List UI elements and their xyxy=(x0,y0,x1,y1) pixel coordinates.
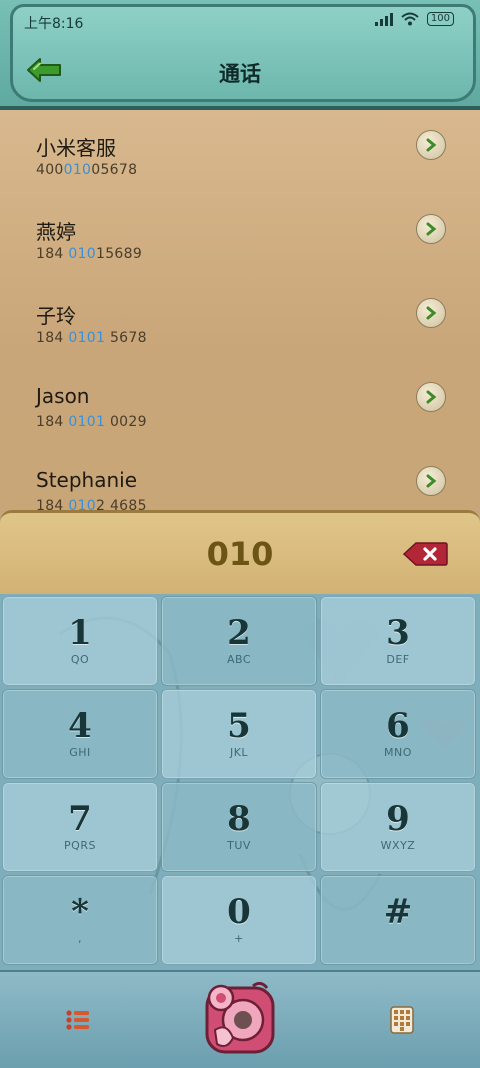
key-star[interactable]: *, xyxy=(2,875,158,965)
contact-name: 子玲 xyxy=(36,304,76,328)
dialpad-toggle-button[interactable] xyxy=(324,972,480,1068)
contact-number: 40001005678 xyxy=(36,162,138,178)
contact-number: 184 01015689 xyxy=(36,246,143,262)
key-2[interactable]: 2 ABC xyxy=(161,596,317,686)
wifi-icon xyxy=(401,12,419,26)
key-8[interactable]: 8 TUV xyxy=(161,782,317,872)
chevron-right-icon xyxy=(426,222,437,236)
list-item[interactable]: 子玲 184 0101 5678 xyxy=(0,278,480,362)
key-0[interactable]: 0 + xyxy=(161,875,317,965)
list-item[interactable]: Jason 184 0101 0029 xyxy=(0,362,480,446)
key-1[interactable]: 1 QO xyxy=(2,596,158,686)
call-button[interactable] xyxy=(203,978,277,1058)
status-time: 上午8:16 xyxy=(24,16,84,32)
search-result-list[interactable]: 小米客服 40001005678 燕婷 184 01015689 子玲 184 … xyxy=(0,110,480,510)
battery-icon: 100 xyxy=(426,12,454,26)
contact-name: 小米客服 xyxy=(36,136,116,160)
key-hash[interactable]: # xyxy=(320,875,476,965)
title-bar: 上午8:16 100 通话 xyxy=(0,0,480,110)
contact-name: Stephanie xyxy=(36,468,138,492)
dialpad-icon xyxy=(390,1006,414,1034)
chevron-right-icon xyxy=(426,474,437,488)
key-7[interactable]: 7 PQRS xyxy=(2,782,158,872)
detail-button[interactable] xyxy=(416,214,446,244)
delete-button[interactable] xyxy=(402,541,448,567)
key-6[interactable]: 6 MNO xyxy=(320,689,476,779)
list-item[interactable]: 小米客服 40001005678 xyxy=(0,110,480,194)
detail-button[interactable] xyxy=(416,130,446,160)
key-4[interactable]: 4 GHI xyxy=(2,689,158,779)
contact-name: 燕婷 xyxy=(36,220,76,244)
signal-icon xyxy=(374,12,393,26)
key-5[interactable]: 5 JKL xyxy=(161,689,317,779)
detail-button[interactable] xyxy=(416,298,446,328)
phone-call-icon xyxy=(205,981,275,1054)
page-title: 通话 xyxy=(219,62,261,86)
contact-name: Jason xyxy=(36,384,90,408)
dialpad: 1 QO 2 ABC 3 DEF 4 GHI 5 JKL 6 MNO 7 PQRS 8 TUV … xyxy=(0,594,480,970)
chevron-right-icon xyxy=(426,306,437,320)
key-9[interactable]: 9 WXYZ xyxy=(320,782,476,872)
detail-button[interactable] xyxy=(416,466,446,496)
detail-button[interactable] xyxy=(416,382,446,412)
call-log-button[interactable] xyxy=(0,972,156,1068)
contact-number: 184 0102 4685 xyxy=(36,498,147,510)
contact-number: 184 0101 5678 xyxy=(36,330,147,346)
contact-number: 184 0101 0029 xyxy=(36,414,147,430)
list-icon xyxy=(66,1010,89,1030)
dial-display: 010 xyxy=(0,510,480,600)
chevron-right-icon xyxy=(426,138,437,152)
status-icons: 100 xyxy=(374,12,454,26)
chevron-right-icon xyxy=(426,390,437,404)
list-item[interactable]: 燕婷 184 01015689 xyxy=(0,194,480,278)
backspace-icon xyxy=(402,542,448,566)
list-item[interactable]: Stephanie 184 0102 4685 xyxy=(0,446,480,510)
bottom-action-bar xyxy=(0,970,480,1068)
key-3[interactable]: 3 DEF xyxy=(320,596,476,686)
